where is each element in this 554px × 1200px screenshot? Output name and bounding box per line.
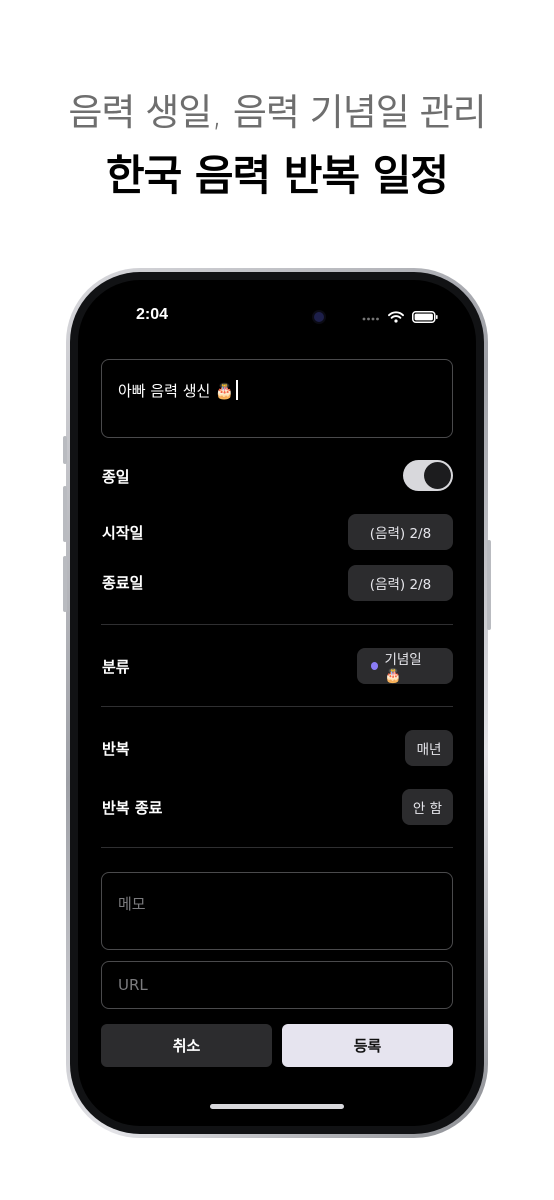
memo-placeholder: 메모 — [118, 895, 146, 913]
promo-title: 한국 음력 반복 일정 — [106, 151, 449, 200]
phone-screen: 2:04 아빠 음력 생신 🎂 종일 시작일 (음력) 2/8 종료일 (음력)… — [78, 280, 476, 1126]
category-label: 분류 — [102, 658, 130, 676]
repeat-value: 매년 — [416, 742, 442, 758]
battery-icon — [412, 308, 438, 327]
cellular-signal-icon — [362, 308, 380, 327]
all-day-toggle[interactable] — [403, 460, 453, 491]
repeat-end-button[interactable]: 안 함 — [402, 789, 453, 825]
register-button[interactable]: 등록 — [282, 1024, 453, 1067]
section-divider — [101, 847, 453, 848]
promo-page: 음력 생일, 음력 기념일 관리 한국 음력 반복 일정 2:04 아빠 음력 … — [0, 0, 554, 1200]
end-date-button[interactable]: (음력) 2/8 — [348, 565, 453, 601]
phone-volume-down-button — [63, 556, 67, 612]
status-time: 2:04 — [136, 306, 169, 323]
category-value: 기념일 🎂 — [384, 652, 422, 684]
repeat-end-value: 안 함 — [412, 801, 443, 817]
wifi-icon — [388, 308, 404, 327]
repeat-end-label: 반복 종료 — [102, 799, 163, 817]
url-placeholder: URL — [118, 976, 148, 994]
phone-volume-up-button — [63, 486, 67, 542]
repeat-button[interactable]: 매년 — [405, 730, 453, 766]
home-indicator[interactable] — [210, 1104, 344, 1109]
cancel-button[interactable]: 취소 — [101, 1024, 272, 1067]
phone-power-button — [487, 540, 491, 630]
promo-subtitle: 음력 생일, 음력 기념일 관리 — [68, 91, 486, 134]
category-button[interactable]: 기념일 🎂 — [357, 648, 453, 684]
event-title-input[interactable]: 아빠 음력 생신 🎂 — [101, 359, 453, 438]
all-day-label: 종일 — [102, 468, 130, 486]
end-date-label: 종료일 — [102, 574, 144, 592]
section-divider — [101, 624, 453, 625]
end-date-value: (음력) 2/8 — [369, 577, 432, 593]
start-date-label: 시작일 — [102, 524, 144, 542]
phone-side-button — [63, 436, 67, 464]
text-cursor — [235, 380, 238, 400]
repeat-label: 반복 — [102, 740, 130, 758]
memo-input[interactable]: 메모 — [101, 872, 453, 950]
status-icons — [362, 308, 438, 327]
start-date-value: (음력) 2/8 — [369, 526, 432, 542]
event-title-text: 아빠 음력 생신 🎂 — [118, 382, 234, 400]
start-date-button[interactable]: (음력) 2/8 — [348, 514, 453, 550]
front-camera — [314, 312, 324, 322]
category-color-dot — [371, 662, 379, 670]
toggle-knob — [424, 462, 451, 489]
url-input[interactable]: URL — [101, 961, 453, 1009]
section-divider — [101, 706, 453, 707]
